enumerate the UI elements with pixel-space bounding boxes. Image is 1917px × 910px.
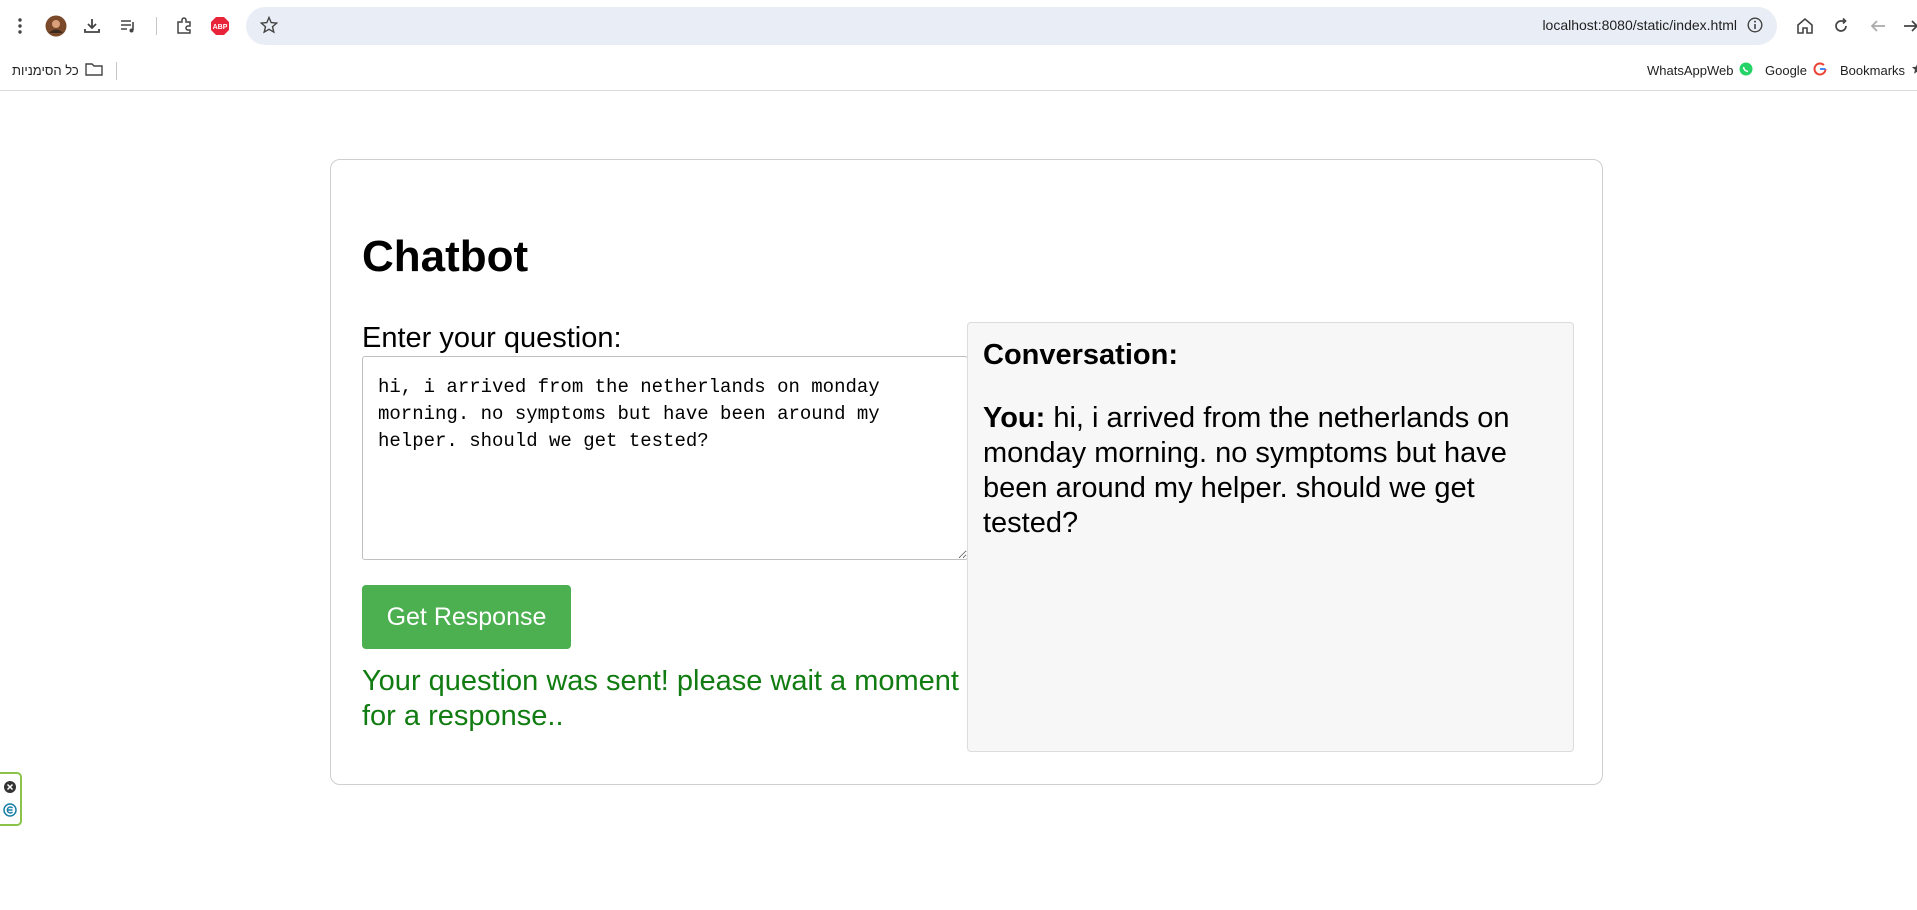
all-bookmarks-folder[interactable]: כל הסימניות <box>12 62 103 79</box>
status-message: Your question was sent! please wait a mo… <box>362 665 959 732</box>
all-bookmarks-label: כל הסימניות <box>12 63 79 78</box>
reload-icon[interactable] <box>1829 14 1853 38</box>
folder-icon <box>84 62 103 79</box>
url-text[interactable]: localhost:8080/static/index.html <box>1542 17 1737 33</box>
back-icon[interactable] <box>1866 14 1890 38</box>
message-text: hi, i arrived from the netherlands on mo… <box>983 402 1510 539</box>
get-response-button[interactable]: Get Response <box>362 585 571 649</box>
bookmarks-bar: כל הסימניות WhatsAppWeb Google Bookmarks <box>0 52 1917 91</box>
bookmark-label: Bookmarks <box>1840 62 1906 78</box>
home-icon[interactable] <box>1793 14 1817 38</box>
side-extension-widget <box>0 772 22 826</box>
question-input[interactable]: hi, i arrived from the netherlands on mo… <box>362 356 968 560</box>
extension-logo-icon[interactable] <box>3 803 17 817</box>
download-icon[interactable] <box>80 14 104 38</box>
adblock-icon[interactable]: ABP <box>208 14 232 38</box>
address-bar[interactable]: localhost:8080/static/index.html <box>246 7 1777 45</box>
conversation-panel: Conversation: You: hi, i arrived from th… <box>967 322 1574 752</box>
google-icon <box>1813 62 1827 79</box>
reading-list-icon[interactable] <box>116 14 140 38</box>
bookmark-label: Google <box>1765 63 1807 78</box>
bookmark-whatsapp[interactable]: WhatsAppWeb <box>1647 62 1753 79</box>
page-title: Chatbot <box>362 232 529 281</box>
profile-avatar-icon[interactable] <box>44 14 68 38</box>
bookmark-label: WhatsAppWeb <box>1647 63 1734 78</box>
adblock-label: ABP <box>213 24 228 31</box>
menu-dots-icon[interactable] <box>8 14 32 38</box>
close-icon[interactable] <box>3 780 17 794</box>
extensions-icon[interactable] <box>172 14 196 38</box>
conversation-heading: Conversation: <box>983 339 1178 371</box>
bookmark-bookmarks[interactable]: Bookmarks <box>1840 62 1917 78</box>
star-icon[interactable] <box>259 15 280 36</box>
info-icon[interactable] <box>1747 17 1765 35</box>
forward-icon[interactable] <box>1899 14 1917 38</box>
message-speaker: You: <box>983 402 1046 434</box>
conversation-message: You: hi, i arrived from the netherlands … <box>983 401 1558 541</box>
star-icon <box>1911 62 1917 78</box>
whatsapp-icon <box>1739 62 1753 79</box>
question-label: Enter your question: <box>362 322 622 354</box>
bookmark-google[interactable]: Google <box>1765 62 1827 79</box>
browser-toolbar: ABP localhost:8080/static/index.html <box>0 0 1917 52</box>
